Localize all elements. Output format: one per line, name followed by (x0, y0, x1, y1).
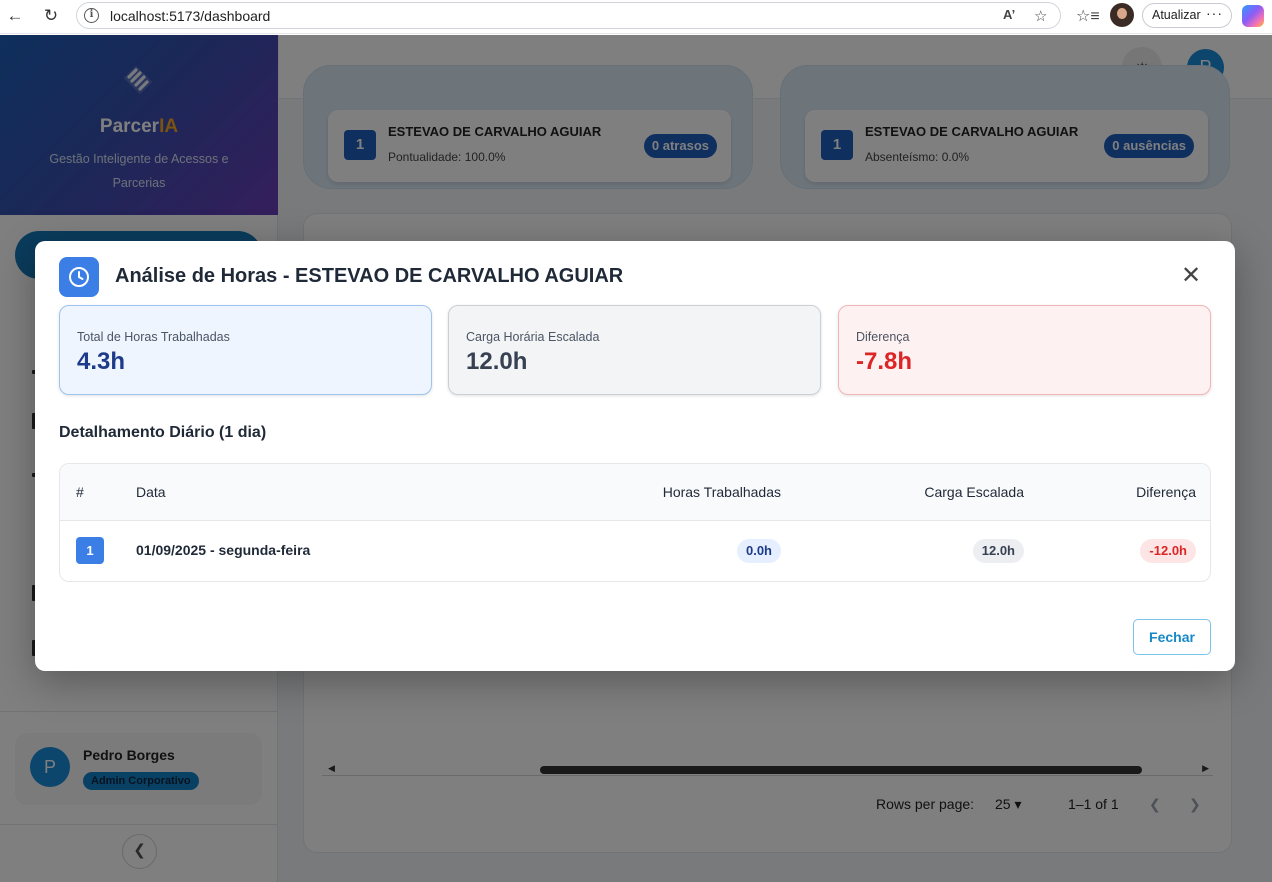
update-button[interactable]: Atualizar ··· (1142, 3, 1232, 28)
difference-label: Diferença (856, 330, 910, 344)
more-options-icon[interactable]: ··· (1206, 5, 1223, 21)
browser-profile-avatar[interactable] (1110, 3, 1134, 27)
table-row[interactable]: 1 01/09/2025 - segunda-feira 0.0h 12.0h … (60, 521, 1210, 581)
url-text: localhost:5173/dashboard (110, 8, 271, 24)
address-bar[interactable]: i localhost:5173/dashboard A’ ☆ (76, 2, 1061, 29)
difference-value: -7.8h (856, 348, 913, 375)
browser-toolbar: ← ↻ i localhost:5173/dashboard A’ ☆ ☆≡ A… (0, 0, 1272, 34)
site-info-icon[interactable]: i (84, 8, 99, 23)
column-header-date[interactable]: Data (136, 484, 166, 500)
scheduled-hours-value: 12.0h (466, 348, 528, 375)
difference-chip: -12.0h (1140, 539, 1196, 563)
close-button[interactable]: Fechar (1133, 619, 1211, 655)
worked-hours-chip: 0.0h (736, 539, 781, 563)
back-arrow-icon[interactable]: ← (4, 5, 26, 27)
daily-detail-table: # Data Horas Trabalhadas Carga Escalada … (59, 463, 1211, 582)
column-header-worked[interactable]: Horas Trabalhadas (663, 484, 781, 500)
update-label: Atualizar (1152, 8, 1201, 22)
column-header-index[interactable]: # (76, 484, 84, 500)
scheduled-hours-card: Carga Horária Escalada 12.0h (448, 305, 821, 395)
row-date: 01/09/2025 - segunda-feira (136, 542, 311, 558)
scheduled-hours-chip: 12.0h (972, 539, 1024, 563)
dialog-title: Análise de Horas - ESTEVAO DE CARVALHO A… (115, 265, 624, 287)
daily-detail-title: Detalhamento Diário (1 dia) (59, 424, 267, 441)
favorites-list-icon[interactable]: ☆≡ (1076, 6, 1100, 26)
worked-hours-label: Total de Horas Trabalhadas (77, 330, 230, 344)
column-header-difference[interactable]: Diferença (1136, 484, 1196, 500)
table-header: # Data Horas Trabalhadas Carga Escalada … (60, 464, 1210, 521)
hours-analysis-dialog: Análise de Horas - ESTEVAO DE CARVALHO A… (35, 241, 1235, 671)
read-aloud-icon[interactable]: A’ (1003, 7, 1015, 22)
clock-icon (59, 257, 99, 297)
copilot-icon[interactable] (1242, 5, 1264, 27)
column-header-scheduled[interactable]: Carga Escalada (924, 484, 1024, 500)
worked-hours-value: 4.3h (77, 348, 126, 375)
favorite-star-icon[interactable]: ☆ (1034, 7, 1047, 25)
close-icon[interactable]: ✕ (1181, 264, 1201, 288)
row-index-badge: 1 (76, 537, 104, 564)
worked-hours-card: Total de Horas Trabalhadas 4.3h (59, 305, 432, 395)
difference-card: Diferença -7.8h (838, 305, 1211, 395)
scheduled-hours-label: Carga Horária Escalada (466, 330, 600, 344)
reload-icon[interactable]: ↻ (40, 5, 62, 27)
